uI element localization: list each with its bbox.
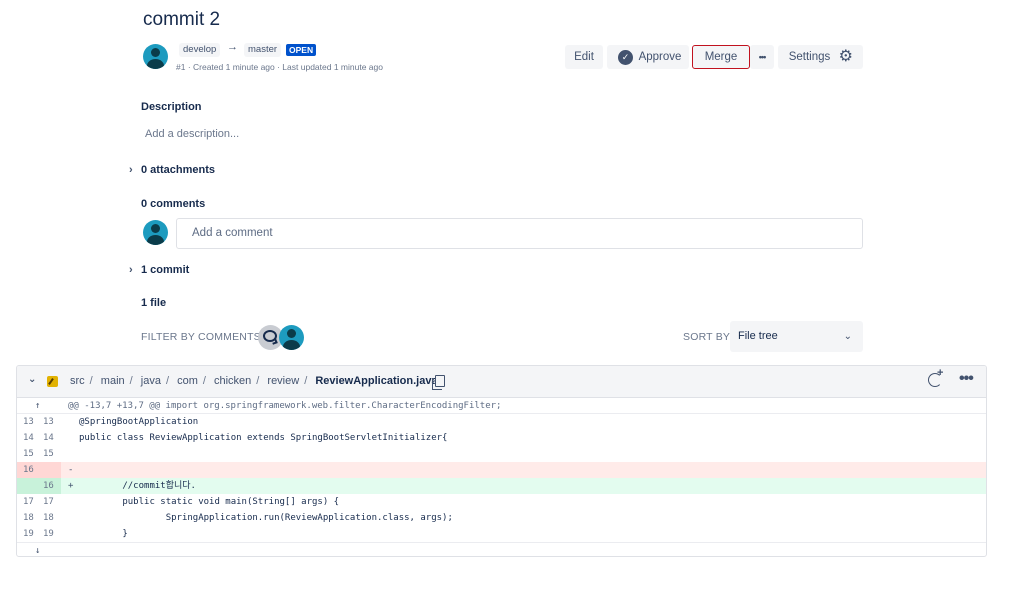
old-line-number: 16 <box>23 465 34 475</box>
current-user-avatar <box>143 220 168 245</box>
diff-sign: - <box>68 465 74 475</box>
source-branch[interactable]: develop <box>179 43 221 57</box>
path-segment: main <box>100 375 125 387</box>
path-segment: src <box>70 375 85 387</box>
new-line-number: 17 <box>43 497 54 507</box>
copy-icon[interactable] <box>432 375 445 390</box>
path-segment: com <box>177 375 198 387</box>
status-badge: OPEN <box>286 44 317 56</box>
old-line-number: 14 <box>23 433 34 443</box>
diff-line[interactable]: 19 19 } <box>17 526 986 542</box>
chevron-down-icon: ⌄ <box>843 331 852 342</box>
sort-select-value: File tree <box>738 330 778 342</box>
file-modified-icon <box>47 376 58 387</box>
merge-button[interactable]: Merge <box>692 45 750 69</box>
hunk-header: @@ -13,7 +13,7 @@ import org.springframe… <box>68 401 502 411</box>
check-icon: ✓ <box>618 50 633 65</box>
code-text: SpringApplication.run(ReviewApplication.… <box>79 513 453 523</box>
author-avatar[interactable] <box>143 44 168 69</box>
diff-line[interactable]: 15 15 <box>17 446 986 462</box>
approve-button[interactable]: ✓ Approve <box>607 45 689 69</box>
code-text: //commit합니다. <box>79 481 196 491</box>
old-line-number: 13 <box>23 417 34 427</box>
diff-line[interactable]: 14 14 public class ReviewApplication ext… <box>17 430 986 446</box>
diff-line-added[interactable]: 16 + //commit합니다. <box>17 478 986 494</box>
description-placeholder[interactable]: Add a description... <box>145 128 239 140</box>
new-line-number: 14 <box>43 433 54 443</box>
expand-down-icon[interactable]: ↓ <box>35 543 51 556</box>
diff-line[interactable]: 18 18 SpringApplication.run(ReviewApplic… <box>17 510 986 526</box>
gear-icon: ⚙ <box>838 48 853 65</box>
arrow-right-icon: → <box>227 41 238 53</box>
description-heading: Description <box>141 101 202 113</box>
filter-by-comments-label: FILTER BY COMMENTS <box>141 331 261 343</box>
diff-line[interactable]: 17 17 public static void main(String[] a… <box>17 494 986 510</box>
files-heading: 1 file <box>141 297 167 309</box>
path-segment: java <box>140 375 161 387</box>
file-diff: ⌄ src / main / java / com / chicken / review /… <box>16 365 987 557</box>
reviewer-avatar[interactable] <box>279 325 304 350</box>
commits-toggle[interactable]: 1 commit <box>141 264 189 276</box>
approve-label: Approve <box>638 51 682 63</box>
sort-select[interactable]: File tree ⌄ <box>730 321 863 352</box>
chevron-right-icon[interactable]: › <box>129 164 133 176</box>
sort-by-label: SORT BY <box>683 331 731 343</box>
new-line-number: 13 <box>43 417 54 427</box>
target-branch[interactable]: master <box>244 43 282 57</box>
old-line-number: 17 <box>23 497 34 507</box>
code-text: } <box>79 529 128 539</box>
new-line-number: 19 <box>43 529 54 539</box>
pr-meta: #1 · Created 1 minute ago · Last updated… <box>176 62 383 72</box>
diff-header: ⌄ src / main / java / com / chicken / review /… <box>17 366 986 398</box>
file-path[interactable]: src / main / java / com / chicken / review / R… <box>70 375 438 387</box>
more-icon[interactable]: ••• <box>959 370 974 388</box>
old-line-number: 19 <box>23 529 34 539</box>
file-name: ReviewApplication.java <box>315 375 438 387</box>
hunk-header-row: ↑ @@ -13,7 +13,7 @@ import org.springfra… <box>17 398 986 414</box>
diff-sign: + <box>68 481 74 491</box>
new-line-number: 18 <box>43 513 54 523</box>
more-actions-button[interactable]: ••• <box>750 45 774 69</box>
edit-button[interactable]: Edit <box>565 45 603 69</box>
new-line-number: 15 <box>43 449 54 459</box>
path-segment: chicken <box>213 375 252 387</box>
code-text: @SpringBootApplication <box>79 417 199 427</box>
settings-button[interactable]: Settings ⚙ <box>778 45 863 69</box>
old-line-number: 15 <box>23 449 34 459</box>
collapse-chevron-icon[interactable]: ⌄ <box>28 374 36 385</box>
old-line-number: 18 <box>23 513 34 523</box>
expand-down-row: ↓ <box>17 542 986 556</box>
diff-line-removed[interactable]: 16 - <box>17 462 986 478</box>
chevron-right-icon[interactable]: › <box>129 264 133 276</box>
attachments-toggle[interactable]: 0 attachments <box>141 164 215 176</box>
settings-label: Settings <box>788 51 831 63</box>
code-text: public static void main(String[] args) { <box>79 497 340 507</box>
code-text: public class ReviewApplication extends S… <box>79 433 448 443</box>
add-comment-icon[interactable] <box>928 367 943 387</box>
path-segment: review <box>267 375 300 387</box>
expand-up-icon[interactable]: ↑ <box>35 398 51 414</box>
diff-line[interactable]: 13 13 @SpringBootApplication <box>17 414 986 430</box>
new-line-number: 16 <box>43 481 54 491</box>
comments-heading: 0 comments <box>141 198 206 210</box>
comment-input[interactable]: Add a comment <box>176 218 863 249</box>
page-title: commit 2 <box>143 9 221 30</box>
